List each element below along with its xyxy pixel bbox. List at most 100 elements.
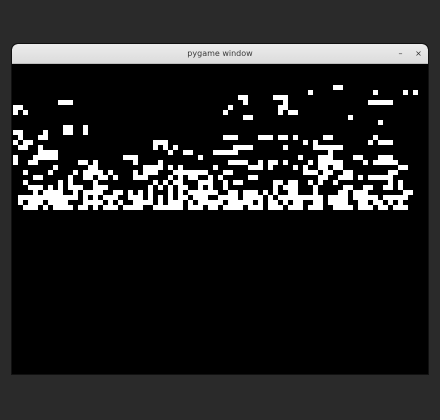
live-cell: [383, 195, 388, 200]
live-cell: [228, 135, 233, 140]
live-cell: [198, 170, 203, 175]
live-cell: [258, 165, 263, 170]
live-cell: [288, 185, 293, 190]
live-cell: [323, 155, 328, 160]
live-cell: [268, 160, 273, 165]
live-cell: [318, 180, 323, 185]
live-cell: [38, 195, 43, 200]
live-cell: [283, 135, 288, 140]
live-cell: [178, 190, 183, 195]
live-cell: [268, 135, 273, 140]
live-cell: [23, 195, 28, 200]
live-cell: [413, 90, 418, 95]
live-cell: [288, 205, 293, 210]
live-cell: [143, 200, 148, 205]
live-cell: [383, 185, 388, 190]
live-cell: [273, 185, 278, 190]
live-cell: [318, 155, 323, 160]
live-cell: [223, 110, 228, 115]
live-cell: [333, 165, 338, 170]
live-cell: [388, 195, 393, 200]
minimize-button[interactable]: –: [393, 46, 408, 61]
live-cell: [333, 160, 338, 165]
live-cell: [373, 100, 378, 105]
live-cell: [18, 105, 23, 110]
live-cell: [83, 160, 88, 165]
live-cell: [18, 135, 23, 140]
live-cell: [363, 200, 368, 205]
live-cell: [108, 200, 113, 205]
live-cell: [173, 180, 178, 185]
live-cell: [373, 135, 378, 140]
live-cell: [158, 165, 163, 170]
live-cell: [233, 205, 238, 210]
live-cell: [133, 175, 138, 180]
live-cell: [23, 145, 28, 150]
live-cell: [98, 170, 103, 175]
live-cell: [233, 180, 238, 185]
live-cell: [213, 165, 218, 170]
live-cell: [138, 200, 143, 205]
live-cell: [293, 185, 298, 190]
live-cell: [373, 195, 378, 200]
live-cell: [278, 205, 283, 210]
window-titlebar[interactable]: pygame window – ×: [12, 44, 428, 64]
live-cell: [243, 115, 248, 120]
live-cell: [338, 205, 343, 210]
live-cell: [248, 200, 253, 205]
live-cell: [133, 195, 138, 200]
live-cell: [373, 175, 378, 180]
live-cell: [353, 195, 358, 200]
live-cell: [28, 200, 33, 205]
live-cell: [288, 110, 293, 115]
live-cell: [38, 185, 43, 190]
live-cell: [308, 160, 313, 165]
live-cell: [358, 205, 363, 210]
live-cell: [33, 155, 38, 160]
live-cell: [388, 155, 393, 160]
close-button[interactable]: ×: [411, 46, 426, 61]
live-cell: [253, 195, 258, 200]
live-cell: [333, 145, 338, 150]
live-cell: [283, 185, 288, 190]
live-cell: [338, 195, 343, 200]
live-cell: [53, 165, 58, 170]
live-cell: [178, 165, 183, 170]
live-cell: [138, 205, 143, 210]
live-cell: [198, 195, 203, 200]
live-cell: [203, 180, 208, 185]
live-cell: [153, 170, 158, 175]
live-cell: [378, 100, 383, 105]
live-cell: [168, 150, 173, 155]
live-cell: [303, 195, 308, 200]
live-cell: [313, 185, 318, 190]
live-cell: [68, 195, 73, 200]
live-cell: [218, 175, 223, 180]
game-canvas[interactable]: [12, 64, 428, 374]
live-cell: [288, 190, 293, 195]
live-cell: [248, 165, 253, 170]
live-cell: [28, 205, 33, 210]
live-cell: [53, 150, 58, 155]
live-cell: [233, 195, 238, 200]
live-cell: [103, 185, 108, 190]
live-cell: [113, 190, 118, 195]
live-cell: [313, 170, 318, 175]
live-cell: [228, 195, 233, 200]
live-cell: [138, 190, 143, 195]
live-cell: [378, 120, 383, 125]
live-cell: [68, 130, 73, 135]
live-cell: [188, 150, 193, 155]
live-cell: [68, 205, 73, 210]
live-cell: [88, 190, 93, 195]
live-cell: [33, 195, 38, 200]
live-cell: [348, 115, 353, 120]
live-cell: [258, 135, 263, 140]
live-cell: [83, 130, 88, 135]
live-cell: [188, 200, 193, 205]
live-cell: [228, 190, 233, 195]
live-cell: [48, 190, 53, 195]
live-cell: [343, 200, 348, 205]
live-cell: [103, 175, 108, 180]
live-cell: [88, 175, 93, 180]
